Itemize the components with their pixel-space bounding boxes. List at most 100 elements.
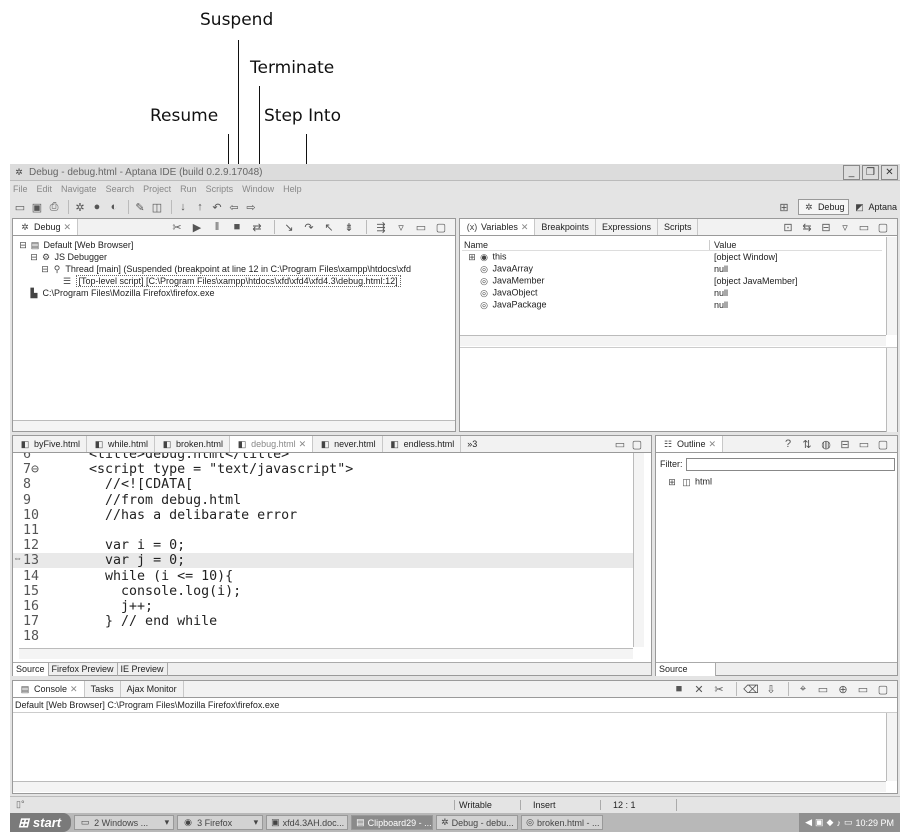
header-value[interactable]: Value bbox=[710, 240, 736, 250]
view-menu-icon[interactable]: ▿ bbox=[394, 220, 408, 234]
tree-item-thread[interactable]: ⊟ ⚲ Thread [main] (Suspended (breakpoint … bbox=[17, 263, 411, 275]
tray-security-icon[interactable]: ◆ bbox=[827, 817, 834, 828]
tab-debug-html[interactable]: ◧ debug.html ✕ bbox=[230, 436, 314, 452]
tray-display-icon[interactable]: ▭ bbox=[844, 817, 853, 828]
print-icon[interactable]: ⎙ bbox=[47, 200, 61, 214]
tray-network-icon[interactable]: ▣ bbox=[815, 817, 824, 828]
resume-icon[interactable]: ▶ bbox=[190, 220, 204, 234]
remove-launches-icon[interactable]: ✂ bbox=[170, 220, 184, 234]
disconnect-icon[interactable]: ⇄ bbox=[250, 220, 264, 234]
tab-ajax-monitor[interactable]: Ajax Monitor bbox=[121, 681, 184, 697]
tab-source[interactable]: Source bbox=[13, 662, 49, 676]
outline-node-html[interactable]: ⊞ ◫ html bbox=[666, 476, 712, 488]
variable-row[interactable]: ◎ JavaArray null bbox=[462, 263, 882, 275]
tab-breakpoints[interactable]: Breakpoints bbox=[535, 219, 596, 235]
remove-launch-icon[interactable]: ✕ bbox=[692, 682, 706, 696]
variable-row[interactable]: ◎ JavaPackage null bbox=[462, 299, 882, 311]
close-icon[interactable]: ✕ bbox=[70, 684, 78, 695]
maximize-view-icon[interactable]: ▢ bbox=[876, 437, 890, 451]
open-type-icon[interactable]: ◫ bbox=[150, 200, 164, 214]
save-icon[interactable]: ▣ bbox=[30, 200, 44, 214]
tab-scripts[interactable]: Scripts bbox=[658, 219, 699, 235]
close-icon[interactable]: ✕ bbox=[64, 222, 72, 233]
tree-item-debugger[interactable]: ⊟ ⚙ JS Debugger bbox=[17, 251, 411, 263]
collapse-all-icon[interactable]: ⊟ bbox=[838, 437, 852, 451]
tab-overflow[interactable]: »3 bbox=[461, 436, 483, 452]
close-icon[interactable]: ✕ bbox=[521, 222, 529, 233]
tab-variables[interactable]: (x) Variables ✕ bbox=[460, 219, 536, 235]
variable-row[interactable]: ◎ JavaObject null bbox=[462, 287, 882, 299]
suspend-icon[interactable]: ‖ bbox=[210, 220, 224, 234]
debug-perspective-button[interactable]: ✲ Debug bbox=[797, 199, 850, 215]
open-perspective-icon[interactable]: ⊞ bbox=[777, 200, 791, 214]
tray-back-icon[interactable]: ◀ bbox=[805, 817, 812, 828]
filter-icon[interactable]: ◍ bbox=[819, 437, 833, 451]
prev-annotation-icon[interactable]: ↑ bbox=[193, 200, 207, 214]
start-button[interactable]: ⊞ start bbox=[10, 813, 72, 832]
maximize-view-icon[interactable]: ▢ bbox=[630, 437, 644, 451]
task-clipboard[interactable]: ▤ Clipboard29 - ... bbox=[351, 815, 434, 830]
tab-expressions[interactable]: Expressions bbox=[596, 219, 658, 235]
tab-ie-preview[interactable]: IE Preview bbox=[118, 662, 168, 676]
external-tools-icon[interactable]: ◐ bbox=[107, 200, 121, 214]
terminate-icon[interactable]: ■ bbox=[230, 220, 244, 234]
editor-hscroll[interactable] bbox=[19, 648, 633, 659]
tab-console[interactable]: ▤ Console ✕ bbox=[13, 681, 85, 697]
code-area[interactable]: ⇔ 6 <title>debug.html</title> 7⊖ <script… bbox=[13, 453, 633, 648]
aptana-perspective-button[interactable]: ◩ Aptana bbox=[853, 201, 897, 213]
tree-item-process[interactable]: ▙ C:\Program Files\Mozilla Firefox\firef… bbox=[17, 287, 411, 299]
scroll-lock-icon[interactable]: ⇩ bbox=[764, 682, 778, 696]
tray-volume-icon[interactable]: ♪ bbox=[836, 818, 841, 828]
use-step-filters-icon[interactable]: ⇶ bbox=[374, 220, 388, 234]
debug-run-icon[interactable]: ✲ bbox=[73, 200, 87, 214]
forward-icon[interactable]: ⇨ bbox=[244, 200, 258, 214]
minimize-view-icon[interactable]: ▭ bbox=[857, 437, 871, 451]
tree-item-launch[interactable]: ⊟ ▤ Default [Web Browser] bbox=[17, 239, 411, 251]
expand-icon[interactable]: ⊞ bbox=[666, 476, 678, 488]
new-icon[interactable]: ▭ bbox=[13, 200, 27, 214]
tab-byfive[interactable]: ◧ byFive.html bbox=[13, 436, 88, 452]
step-into-icon[interactable]: ↘ bbox=[282, 220, 296, 234]
pin-console-icon[interactable]: ⌖ bbox=[796, 682, 810, 696]
close-button[interactable]: ✕ bbox=[881, 164, 898, 180]
collapse-icon[interactable]: ⊟ bbox=[28, 251, 40, 263]
help-icon[interactable]: ? bbox=[781, 437, 795, 451]
tab-tasks[interactable]: Tasks bbox=[85, 681, 121, 697]
pen-icon[interactable]: ✎ bbox=[133, 200, 147, 214]
tab-while[interactable]: ◧ while.html bbox=[87, 436, 156, 452]
editor-vscroll[interactable] bbox=[633, 453, 644, 647]
debug-hscroll[interactable] bbox=[13, 420, 455, 431]
menu-file[interactable]: File bbox=[13, 184, 28, 194]
minimize-view-icon[interactable]: ▭ bbox=[414, 220, 428, 234]
back-icon[interactable]: ⇦ bbox=[227, 200, 241, 214]
clear-console-icon[interactable]: ⌫ bbox=[743, 682, 759, 696]
menu-window[interactable]: Window bbox=[242, 184, 274, 194]
next-annotation-icon[interactable]: ↓ bbox=[176, 200, 190, 214]
task-windows[interactable]: ▭ 2 Windows ... ▾ bbox=[74, 815, 175, 830]
maximize-button[interactable]: ❐ bbox=[862, 164, 879, 180]
expand-icon[interactable]: ⊞ bbox=[466, 251, 478, 263]
step-over-icon[interactable]: ↷ bbox=[302, 220, 316, 234]
filter-input[interactable] bbox=[685, 457, 895, 471]
collapse-icon[interactable]: ⊟ bbox=[39, 263, 51, 275]
variables-hscroll[interactable] bbox=[460, 335, 886, 346]
collapse-icon[interactable]: ⊟ bbox=[17, 239, 29, 251]
minimize-button[interactable]: _ bbox=[843, 164, 860, 180]
menu-run[interactable]: Run bbox=[180, 184, 197, 194]
collapse-all-icon[interactable]: ⊟ bbox=[819, 220, 833, 234]
tab-never[interactable]: ◧ never.html bbox=[313, 436, 383, 452]
tab-endless[interactable]: ◧ endless.html bbox=[383, 436, 462, 452]
task-broken[interactable]: ◎ broken.html - ... bbox=[521, 815, 604, 830]
task-firefox[interactable]: ◉ 3 Firefox ▾ bbox=[177, 815, 264, 830]
maximize-view-icon[interactable]: ▢ bbox=[876, 682, 890, 696]
task-word[interactable]: ▣ xfd4.3AH.doc... bbox=[266, 815, 349, 830]
tab-debug[interactable]: ✲ Debug ✕ bbox=[13, 219, 79, 235]
terminate-icon[interactable]: ■ bbox=[672, 682, 686, 696]
variable-row[interactable]: ⊞ ◉ this [object Window] bbox=[462, 251, 882, 263]
close-icon[interactable]: ✕ bbox=[709, 439, 717, 450]
menu-help[interactable]: Help bbox=[283, 184, 302, 194]
tab-broken[interactable]: ◧ broken.html bbox=[155, 436, 231, 452]
menu-navigate[interactable]: Navigate bbox=[61, 184, 97, 194]
run-icon[interactable]: ● bbox=[90, 200, 104, 214]
detail-vscroll[interactable] bbox=[886, 348, 897, 432]
